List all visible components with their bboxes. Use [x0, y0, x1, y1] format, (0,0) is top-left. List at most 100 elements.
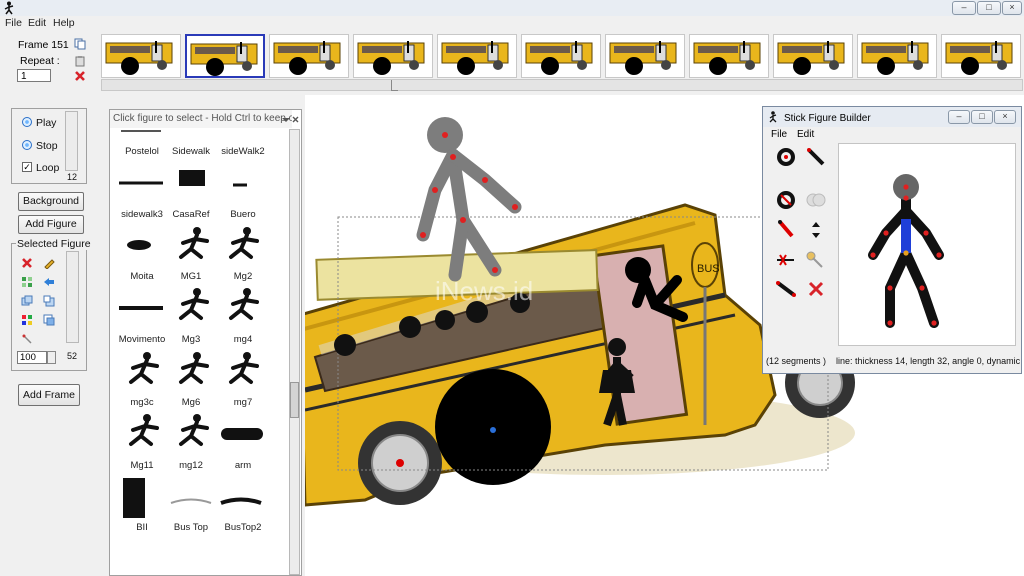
library-figure-label[interactable]: Sidewalk	[161, 146, 221, 157]
frame-thumbnail[interactable]	[689, 34, 769, 78]
frame-thumbnail[interactable]	[605, 34, 685, 78]
move-up-down-icon[interactable]	[812, 222, 820, 238]
library-figure-label[interactable]: sideWalk2	[213, 146, 273, 157]
frame-thumbnail-bus	[609, 41, 677, 75]
frame-thumbnail[interactable]	[185, 34, 265, 78]
filmstrip-scrollbar[interactable]	[101, 79, 1023, 91]
builder-minimize-button[interactable]: –	[948, 110, 970, 124]
frame-thumbnail-bus	[273, 41, 341, 75]
duplicate-figure-icon[interactable]	[21, 295, 33, 307]
library-figure-label[interactable]: MG1	[161, 271, 221, 282]
title-bar	[0, 0, 1024, 16]
add-line-icon[interactable]	[807, 148, 825, 166]
builder-title: Stick Figure Builder	[784, 113, 871, 124]
scissors-icon[interactable]	[777, 254, 794, 266]
flip-figure-icon[interactable]	[43, 276, 55, 288]
center-figure-icon[interactable]	[21, 276, 33, 288]
menu-file[interactable]: File	[5, 17, 22, 29]
library-scroll-thumb[interactable]	[290, 382, 299, 418]
builder-toolbox	[776, 148, 826, 297]
rear-wheel[interactable]	[358, 421, 442, 505]
paste-frame-icon[interactable]	[74, 55, 86, 67]
loop-checkbox[interactable]: ✓	[22, 162, 32, 172]
builder-line-details: line: thickness 14, length 32, angle 0, …	[836, 356, 1021, 366]
send-back-icon[interactable]	[43, 295, 55, 307]
play-radio[interactable]	[22, 117, 32, 127]
library-figure-label[interactable]: Bus Top	[161, 522, 221, 533]
library-figure-label[interactable]: CasaRef	[161, 209, 221, 220]
library-figure-label[interactable]: BusTop2	[213, 522, 273, 533]
library-figure-label[interactable]: Mg6	[161, 397, 221, 408]
split-line-icon[interactable]	[778, 220, 794, 238]
builder-figure-preview[interactable]	[838, 143, 1016, 346]
shade-circle-icon[interactable]	[806, 193, 826, 207]
library-figure-label[interactable]: arm	[213, 460, 273, 471]
pivot-tool-icon[interactable]	[21, 333, 33, 345]
set-line-icon[interactable]	[776, 281, 796, 297]
frame-thumbnail[interactable]	[773, 34, 853, 78]
frame-thumbnail[interactable]	[521, 34, 601, 78]
library-figure-label[interactable]: mg4	[213, 334, 273, 345]
static-joint-icon[interactable]	[806, 251, 823, 268]
add-circle-icon[interactable]	[777, 148, 795, 166]
frame-thumbnail-bus	[190, 42, 258, 76]
toggle-circle-icon[interactable]	[777, 191, 795, 209]
figure-library-title: Click figure to select - Hold Ctrl to ke…	[110, 110, 292, 128]
size-slider[interactable]	[66, 251, 79, 343]
bring-front-icon[interactable]	[43, 314, 55, 326]
builder-menu-file[interactable]: File	[771, 129, 787, 140]
speed-slider[interactable]	[65, 111, 78, 171]
delete-segment-icon[interactable]	[808, 281, 824, 297]
close-button[interactable]: ×	[1002, 1, 1022, 15]
frame-thumbnail[interactable]	[941, 34, 1021, 78]
frame-thumbnail[interactable]	[857, 34, 937, 78]
filmstrip-scroll-thumb[interactable]	[391, 80, 398, 91]
frame-thumbnail-bus	[945, 41, 1013, 75]
grey-stick-figure[interactable]	[416, 117, 522, 282]
frame-thumbnail[interactable]	[353, 34, 433, 78]
library-figure-label[interactable]: Mg2	[213, 271, 273, 282]
add-frame-button[interactable]: Add Frame	[18, 384, 80, 406]
size-input[interactable]: 100	[17, 351, 47, 364]
delete-figure-icon[interactable]	[21, 257, 33, 269]
builder-maximize-button[interactable]: □	[971, 110, 993, 124]
frame-thumbnail-bus	[777, 41, 845, 75]
library-figure-label[interactable]: mg7	[213, 397, 273, 408]
size-scroll-value: 52	[67, 351, 78, 361]
minimize-button[interactable]: –	[952, 1, 976, 15]
color-figure-icon[interactable]	[21, 314, 33, 326]
frame-thumbnail-bus	[525, 41, 593, 75]
add-figure-button[interactable]: Add Figure	[18, 215, 84, 234]
library-scrollbar[interactable]	[289, 129, 300, 575]
library-figure-label[interactable]: Buero	[213, 209, 273, 220]
stop-label[interactable]: Stop	[36, 140, 58, 152]
loop-label[interactable]: Loop	[36, 162, 59, 174]
play-label[interactable]: Play	[36, 117, 56, 129]
menu-bar	[0, 16, 1024, 32]
repeat-input[interactable]: 1	[17, 69, 51, 82]
watermark-text: iNews.id	[435, 276, 533, 306]
builder-menu-edit[interactable]: Edit	[797, 129, 814, 140]
size-spinner[interactable]	[47, 351, 56, 364]
stop-radio[interactable]	[22, 140, 32, 150]
library-figure-label[interactable]: Mg3	[161, 334, 221, 345]
stick-figure-app-icon	[4, 1, 14, 15]
menu-edit[interactable]: Edit	[28, 17, 46, 29]
maximize-button[interactable]: □	[977, 1, 1001, 15]
frame-thumbnail[interactable]	[269, 34, 349, 78]
frame-thumbnail[interactable]	[101, 34, 181, 78]
frame-thumbnail[interactable]	[437, 34, 517, 78]
copy-frame-icon[interactable]	[74, 38, 86, 50]
background-button[interactable]: Background	[18, 192, 84, 211]
library-figure-label[interactable]: mg12	[161, 460, 221, 471]
delete-frame-icon[interactable]	[74, 70, 86, 82]
edit-figure-icon[interactable]	[43, 257, 55, 269]
frame-number-label: Frame 151	[18, 39, 69, 51]
builder-app-icon	[769, 111, 777, 123]
menu-help[interactable]: Help	[53, 17, 75, 29]
builder-status-bar: (12 segments ) line: thickness 14, lengt…	[766, 354, 1021, 369]
builder-close-button[interactable]: ×	[994, 110, 1016, 124]
frame-filmstrip	[101, 34, 1023, 80]
library-header-buttons-icon[interactable]	[280, 115, 300, 125]
figure-library-thumbnails[interactable]	[111, 128, 289, 576]
